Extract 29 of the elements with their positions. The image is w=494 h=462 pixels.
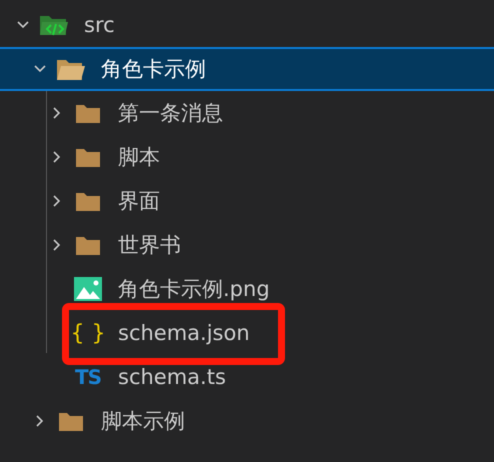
file-name: schema.ts [118, 365, 226, 389]
folder-name: 界面 [118, 188, 160, 215]
file-row[interactable]: { } schema.json [0, 311, 494, 355]
file-row[interactable]: 角色卡示例.png [0, 267, 494, 311]
folder-name: src [84, 13, 115, 37]
folder-icon [58, 410, 84, 432]
folder-row[interactable]: 世界书 [0, 223, 494, 267]
image-icon [74, 277, 102, 301]
folder-name: 脚本示例 [101, 408, 185, 435]
folder-row[interactable]: 角色卡示例 [0, 47, 494, 91]
folder-icon [75, 190, 101, 212]
folder-row[interactable]: src [0, 3, 494, 47]
folder-icon [75, 146, 101, 168]
folder-row[interactable]: 脚本示例 [0, 399, 494, 443]
json-file-icon: { } [70, 320, 106, 346]
typescript-file-icon: TS [74, 365, 102, 389]
folder-name: 脚本 [118, 144, 160, 171]
open-folder-icon [56, 57, 86, 81]
folder-name: 世界书 [118, 232, 181, 259]
folder-row[interactable]: 第一条消息 [0, 91, 494, 135]
folder-row[interactable]: 界面 [0, 179, 494, 223]
folder-icon [75, 234, 101, 256]
file-row[interactable]: TS schema.ts [0, 355, 494, 399]
folder-name: 角色卡示例 [101, 56, 206, 83]
folder-row[interactable]: 脚本 [0, 135, 494, 179]
file-name: 角色卡示例.png [118, 276, 270, 303]
folder-icon [75, 102, 101, 124]
file-name: schema.json [118, 321, 250, 345]
folder-name: 第一条消息 [118, 100, 223, 127]
